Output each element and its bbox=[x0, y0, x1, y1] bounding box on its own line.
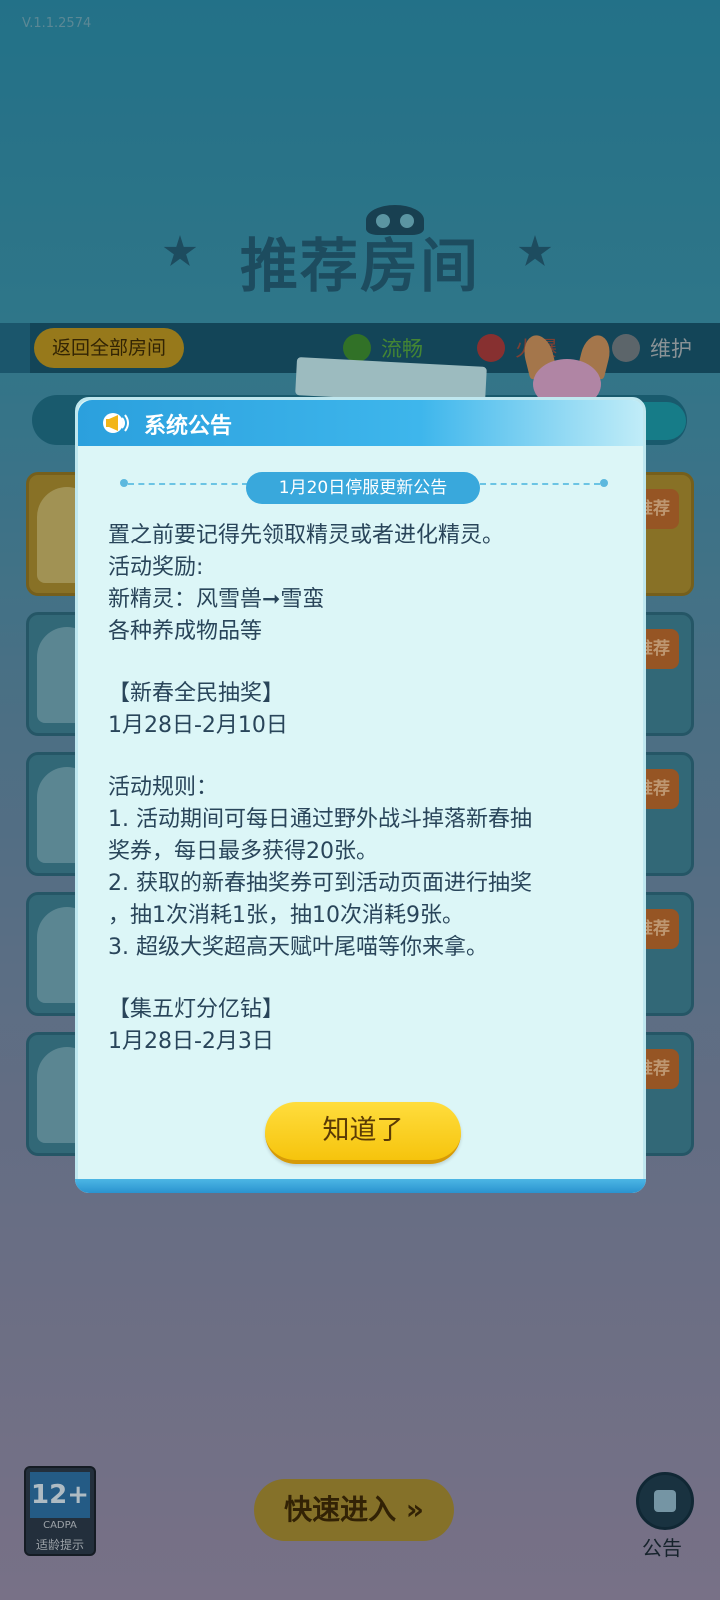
dialog-header: 系统公告 bbox=[78, 400, 643, 446]
content-line: 【集五灯分亿钻】 bbox=[108, 997, 285, 1022]
content-line: 置之前要记得先领取精灵或者进化精灵。 bbox=[108, 523, 505, 548]
content-line: 1. 活动期间可每日通过野外战斗掉落新春抽 bbox=[108, 807, 532, 832]
announcement-content[interactable]: 置之前要记得先领取精灵或者进化精灵。 活动奖励: 新精灵：风雪兽➞雪蛮 各种养成物品等… bbox=[108, 520, 618, 1060]
content-line: 各种养成物品等 bbox=[108, 619, 263, 644]
dialog-bottom-edge bbox=[75, 1179, 646, 1193]
megaphone-icon bbox=[103, 413, 129, 433]
content-line: 活动规则： bbox=[108, 775, 219, 800]
content-line: 奖券，每日最多获得20张。 bbox=[108, 839, 378, 864]
announcement-dialog: 系统公告 1月20日停服更新公告 置之前要记得先领取精灵或者进化精灵。 活动奖励:… bbox=[75, 397, 646, 1193]
content-line: ，抽1次消耗1张，抽10次消耗9张。 bbox=[108, 903, 464, 928]
content-line: 活动奖励: bbox=[108, 555, 204, 580]
dialog-subtitle: 1月20日停服更新公告 bbox=[246, 472, 480, 504]
content-line: 新精灵：风雪兽➞雪蛮 bbox=[108, 587, 325, 612]
content-line: 【新春全民抽奖】 bbox=[108, 681, 285, 706]
content-line: 1月28日-2月3日 bbox=[108, 1029, 274, 1054]
dialog-title: 系统公告 bbox=[144, 414, 233, 439]
content-line: 2. 获取的新春抽奖券可到活动页面进行抽奖 bbox=[108, 871, 532, 896]
content-line: 3. 超级大奖超高天赋叶尾喵等你来拿。 bbox=[108, 935, 488, 960]
ok-button[interactable]: 知道了 bbox=[265, 1102, 461, 1164]
content-line: 1月28日-2月10日 bbox=[108, 713, 288, 738]
